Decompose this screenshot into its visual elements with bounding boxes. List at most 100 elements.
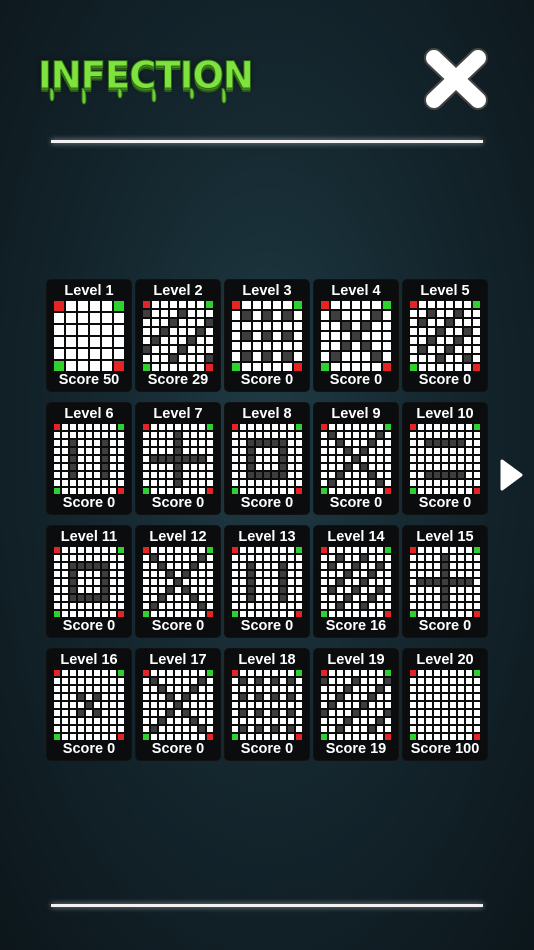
board-cell xyxy=(207,726,213,732)
board-cell xyxy=(167,587,173,593)
board-cell xyxy=(256,694,262,700)
board-cell xyxy=(369,718,375,724)
board-cell xyxy=(361,440,367,446)
level-card[interactable]: Level 7 Score 0 xyxy=(136,403,220,514)
board-cell xyxy=(361,555,367,561)
level-card[interactable]: Level 20 Score 100 xyxy=(403,649,487,760)
board-cell xyxy=(329,555,335,561)
board-cell xyxy=(159,611,165,617)
board-cell xyxy=(288,587,294,593)
board-cell xyxy=(361,547,367,553)
board-cell xyxy=(377,440,383,446)
board-cell xyxy=(143,448,149,454)
board-cell xyxy=(329,579,335,585)
board-cell xyxy=(385,710,391,716)
board-cell xyxy=(442,678,448,684)
board-cell xyxy=(248,686,254,692)
board-cell xyxy=(442,718,448,724)
board-cell xyxy=(288,694,294,700)
board-cell xyxy=(474,718,480,724)
board-cell xyxy=(353,718,359,724)
board-cell xyxy=(179,337,186,344)
board-cell xyxy=(442,571,448,577)
board-cell xyxy=(442,603,448,609)
board-cell xyxy=(110,587,116,593)
board-cell xyxy=(66,313,76,323)
board-cell xyxy=(345,734,351,740)
level-label: Level 3 xyxy=(242,283,292,299)
board-cell xyxy=(256,702,262,708)
board-cell xyxy=(151,710,157,716)
board-cell xyxy=(118,464,124,470)
level-card[interactable]: Level 16 Score 0 xyxy=(47,649,131,760)
board-cell xyxy=(321,480,327,486)
level-card[interactable]: Level 12 Score 0 xyxy=(136,526,220,637)
board-cell xyxy=(240,710,246,716)
board-cell xyxy=(353,432,359,438)
board-cell xyxy=(466,734,472,740)
board-cell xyxy=(94,424,100,430)
board-cell xyxy=(94,547,100,553)
board-cell xyxy=(410,472,416,478)
level-card[interactable]: Level 19 Score 19 xyxy=(314,649,398,760)
board-cell xyxy=(54,670,60,676)
board-cell xyxy=(240,480,246,486)
level-card[interactable]: Level 18 Score 0 xyxy=(225,649,309,760)
board-cell xyxy=(369,710,375,716)
board-cell xyxy=(159,694,165,700)
level-card[interactable]: Level 15 Score 0 xyxy=(403,526,487,637)
board-cell xyxy=(159,718,165,724)
board-cell xyxy=(455,364,462,371)
board-cell xyxy=(385,603,391,609)
board-cell xyxy=(293,321,302,330)
board-cell xyxy=(70,734,76,740)
board-cell xyxy=(175,694,181,700)
board-cell xyxy=(385,734,391,740)
close-icon[interactable] xyxy=(420,44,492,114)
board-cell xyxy=(191,694,197,700)
board-cell xyxy=(321,579,327,585)
board-cell xyxy=(54,563,60,569)
board-cell xyxy=(288,555,294,561)
board-cell xyxy=(191,686,197,692)
board-cell xyxy=(90,361,100,371)
level-card[interactable]: Level 6 Score 0 xyxy=(47,403,131,514)
board-cell xyxy=(437,355,444,362)
level-card[interactable]: Level 17 Score 0 xyxy=(136,649,220,760)
level-card[interactable]: Level 10 Score 0 xyxy=(403,403,487,514)
board-cell xyxy=(188,319,195,326)
board-cell xyxy=(361,603,367,609)
board-cell xyxy=(54,718,60,724)
board-cell xyxy=(382,352,391,361)
board-cell xyxy=(143,364,150,371)
level-card[interactable]: Level 3 Score 0 xyxy=(225,280,309,391)
level-card[interactable]: Level 11 Score 0 xyxy=(47,526,131,637)
level-card[interactable]: Level 8 Score 0 xyxy=(225,403,309,514)
next-page-arrow-icon[interactable] xyxy=(498,458,524,492)
board-cell xyxy=(353,702,359,708)
board-cell xyxy=(434,702,440,708)
board-cell xyxy=(442,472,448,478)
level-card[interactable]: Level 13 Score 0 xyxy=(225,526,309,637)
level-card[interactable]: Level 5 Score 0 xyxy=(403,280,487,391)
board-cell xyxy=(183,448,189,454)
board-cell xyxy=(143,301,150,308)
board-cell xyxy=(419,310,426,317)
board-cell xyxy=(329,440,335,446)
board-cell xyxy=(199,547,205,553)
level-score: Score 0 xyxy=(240,495,294,511)
board-cell xyxy=(377,718,383,724)
level-card[interactable]: Level 1 Score 50 xyxy=(47,280,131,391)
level-card[interactable]: Level 4 Score 0 xyxy=(314,280,398,391)
board-cell xyxy=(175,670,181,676)
level-card[interactable]: Level 14 Score 16 xyxy=(314,526,398,637)
board-cell xyxy=(102,670,108,676)
level-card[interactable]: Level 9 Score 0 xyxy=(314,403,398,514)
board-cell xyxy=(474,472,480,478)
level-card[interactable]: Level 2 Score 29 xyxy=(136,280,220,391)
board-cell xyxy=(372,342,381,351)
board-cell xyxy=(474,678,480,684)
board-cell xyxy=(442,464,448,470)
board-cell xyxy=(337,670,343,676)
board-cell xyxy=(296,718,302,724)
